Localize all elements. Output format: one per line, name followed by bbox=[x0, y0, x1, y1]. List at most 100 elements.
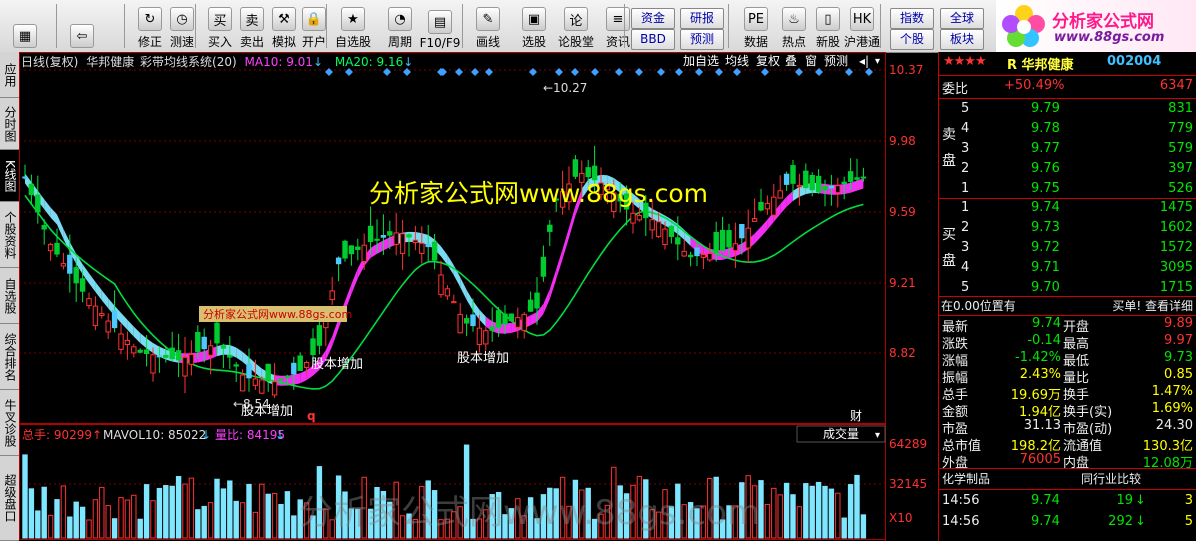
event-diamond-icon[interactable] bbox=[657, 68, 665, 76]
candle-body[interactable] bbox=[438, 274, 444, 296]
candle-body[interactable] bbox=[303, 362, 310, 368]
candle-body[interactable] bbox=[22, 176, 28, 179]
candle-body[interactable] bbox=[771, 196, 777, 216]
candle-body[interactable] bbox=[572, 159, 579, 177]
candle-body[interactable] bbox=[233, 364, 239, 367]
event-diamond-icon[interactable] bbox=[761, 68, 769, 76]
kline-chart-svg[interactable]: 10.379.989.599.218.82←10.27←8.54股本增加 股本增加… bbox=[19, 52, 937, 541]
candle-body[interactable] bbox=[854, 177, 860, 180]
candle-body[interactable] bbox=[99, 313, 105, 316]
candle-body[interactable] bbox=[156, 355, 163, 358]
candle-body[interactable] bbox=[815, 175, 822, 193]
candle-body[interactable] bbox=[220, 345, 227, 349]
event-diamond-icon[interactable] bbox=[715, 68, 723, 76]
candle-body[interactable] bbox=[828, 185, 835, 189]
candle-body[interactable] bbox=[137, 349, 143, 353]
toolbar-button-1[interactable]: ⇦ bbox=[62, 2, 102, 50]
candle-body[interactable] bbox=[483, 330, 489, 345]
candle-body[interactable] bbox=[636, 214, 643, 221]
candle-body[interactable] bbox=[124, 339, 131, 346]
candle-body[interactable] bbox=[457, 313, 463, 334]
candle-body[interactable] bbox=[662, 228, 668, 246]
toolbar-small-button-6[interactable]: 个股 bbox=[890, 29, 934, 50]
candle-body[interactable] bbox=[195, 332, 201, 353]
chart-menu-item[interactable]: 叠 bbox=[785, 54, 797, 68]
toolbar-small-button-5[interactable]: 全球 bbox=[940, 8, 984, 29]
candle-body[interactable] bbox=[214, 322, 220, 344]
candle-body[interactable] bbox=[630, 212, 636, 224]
toolbar-button-0[interactable]: ▦ bbox=[5, 2, 45, 50]
candle-body[interactable] bbox=[374, 238, 380, 241]
candle-body[interactable] bbox=[86, 298, 92, 307]
event-diamond-icon[interactable] bbox=[571, 68, 579, 76]
collapse-arrow-icon[interactable]: ◂| bbox=[859, 54, 869, 68]
candle-body[interactable] bbox=[687, 254, 694, 258]
candle-body[interactable] bbox=[361, 244, 367, 262]
bid-row[interactable]: 1 9.74 1475 bbox=[939, 199, 1196, 219]
candle-body[interactable] bbox=[841, 181, 847, 185]
candle-body[interactable] bbox=[239, 374, 246, 392]
candle-body[interactable] bbox=[92, 305, 99, 327]
candle-body[interactable] bbox=[367, 225, 374, 242]
candle-body[interactable] bbox=[463, 318, 470, 324]
candle-body[interactable] bbox=[803, 170, 809, 189]
candle-body[interactable] bbox=[163, 354, 169, 358]
candle-body[interactable] bbox=[444, 288, 451, 297]
volume-indicator-label[interactable]: 成交量 bbox=[823, 426, 859, 441]
side-tab-1[interactable]: 分时图 bbox=[0, 98, 19, 150]
candle-body[interactable] bbox=[591, 165, 598, 181]
candle-body[interactable] bbox=[713, 231, 719, 253]
candle-body[interactable] bbox=[527, 299, 534, 312]
candle-body[interactable] bbox=[387, 231, 393, 236]
bid-row[interactable]: 3 9.72 1572 bbox=[939, 239, 1196, 259]
candle-body[interactable] bbox=[534, 292, 540, 309]
toolbar-button-15[interactable]: PE 数据 bbox=[736, 2, 776, 50]
bid-row[interactable]: 4 9.71 3095 bbox=[939, 259, 1196, 279]
candle-body[interactable] bbox=[175, 350, 182, 361]
candle-body[interactable] bbox=[131, 346, 137, 354]
candle-body[interactable] bbox=[316, 325, 323, 346]
candle-body[interactable] bbox=[425, 243, 431, 248]
candle-body[interactable] bbox=[335, 257, 342, 265]
side-tab-4[interactable]: 自选股 bbox=[0, 268, 19, 324]
event-diamond-icon[interactable] bbox=[455, 68, 463, 76]
chart-menu-item[interactable]: 复权 bbox=[756, 54, 780, 68]
candle-body[interactable] bbox=[521, 313, 527, 331]
toolbar-button-12[interactable]: ▣ 选股 bbox=[514, 2, 554, 50]
candle-body[interactable] bbox=[182, 356, 188, 377]
candle-body[interactable] bbox=[342, 240, 348, 259]
toolbar-button-9[interactable]: ◔ 周期 bbox=[380, 2, 420, 50]
side-tab-2[interactable]: K线图 bbox=[0, 150, 19, 202]
candle-body[interactable] bbox=[380, 235, 387, 238]
event-diamond-icon[interactable] bbox=[615, 68, 623, 76]
candle-body[interactable] bbox=[655, 221, 662, 237]
candle-body[interactable] bbox=[502, 313, 508, 325]
candle-body[interactable] bbox=[259, 379, 265, 394]
candle-body[interactable] bbox=[758, 201, 764, 211]
candle-body[interactable] bbox=[79, 278, 86, 292]
candle-body[interactable] bbox=[73, 267, 79, 284]
ask-row[interactable]: 1 9.75 526 bbox=[939, 180, 1196, 200]
candle-body[interactable] bbox=[265, 363, 271, 382]
candle-body[interactable] bbox=[431, 241, 438, 261]
candle-body[interactable] bbox=[777, 190, 783, 199]
candle-body[interactable] bbox=[393, 232, 399, 245]
candle-body[interactable] bbox=[451, 301, 457, 304]
candle-body[interactable] bbox=[54, 242, 60, 255]
candle-body[interactable] bbox=[796, 184, 803, 188]
dropdown-arrow-icon[interactable]: ▾ bbox=[875, 56, 880, 67]
candle-body[interactable] bbox=[105, 320, 111, 333]
candle-body[interactable] bbox=[278, 378, 284, 381]
candle-body[interactable] bbox=[227, 354, 233, 358]
candle-body[interactable] bbox=[515, 317, 521, 328]
candle-body[interactable] bbox=[476, 327, 483, 345]
candle-body[interactable] bbox=[470, 314, 476, 327]
toolbar-button-18[interactable]: HK 沪港通 bbox=[842, 2, 882, 50]
event-diamond-icon[interactable] bbox=[695, 68, 703, 76]
candle-body[interactable] bbox=[169, 347, 175, 360]
status-right-link[interactable]: 买单! 查看详细 bbox=[1112, 297, 1193, 314]
candle-body[interactable] bbox=[399, 233, 406, 254]
bid-row[interactable]: 2 9.73 1602 bbox=[939, 219, 1196, 239]
event-diamond-icon[interactable] bbox=[471, 68, 479, 76]
chart-menu-item[interactable]: 均线 bbox=[725, 54, 749, 68]
